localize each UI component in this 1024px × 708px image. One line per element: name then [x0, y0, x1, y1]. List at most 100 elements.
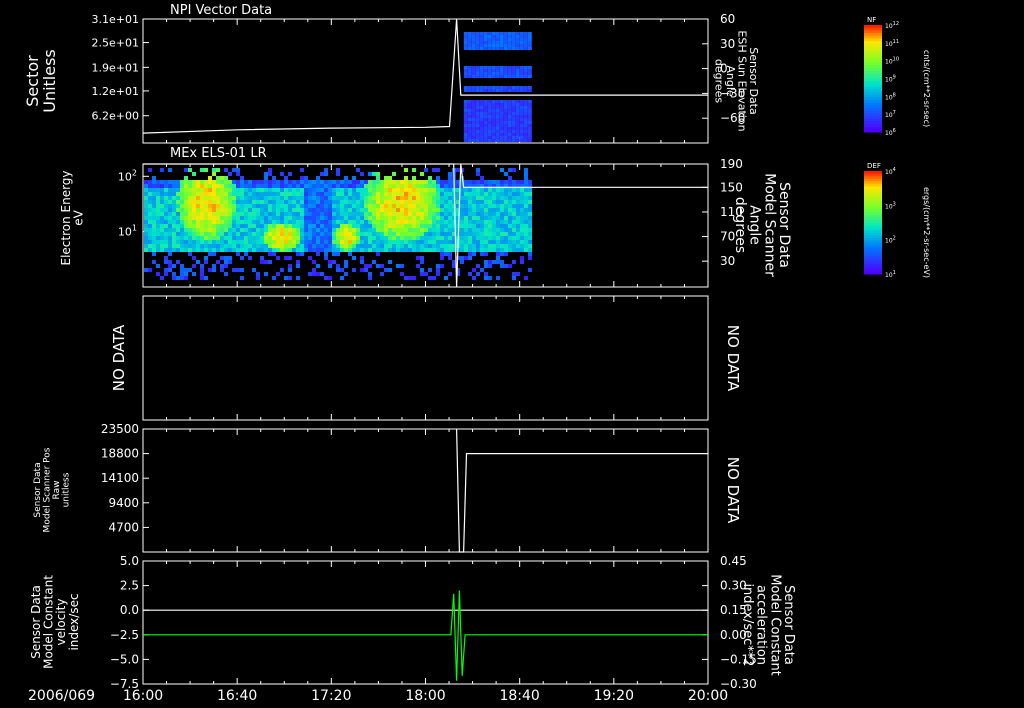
heatmap-cell	[420, 172, 424, 176]
heatmap-cell	[164, 212, 168, 216]
heatmap-cell	[524, 240, 528, 244]
heatmap-cell	[216, 188, 220, 192]
heatmap-cell	[519, 136, 524, 139]
heatmap-cell	[308, 248, 312, 252]
heatmap-cell	[487, 133, 492, 136]
heatmap-cell	[467, 103, 472, 106]
heatmap-cell	[519, 32, 524, 35]
heatmap-cell	[516, 200, 520, 204]
heatmap-cell	[144, 196, 148, 200]
heatmap-cell	[460, 224, 464, 228]
heatmap-cell	[479, 112, 484, 115]
heatmap-cell	[340, 236, 344, 240]
heatmap-cell	[416, 228, 420, 232]
heatmap-cell	[188, 224, 192, 228]
heatmap-cell	[144, 268, 148, 272]
heatmap-cell	[511, 35, 516, 38]
heatmap-cell	[508, 192, 512, 196]
heatmap-cell	[148, 168, 152, 172]
heatmap-cell	[424, 208, 428, 212]
heatmap-cell	[220, 176, 224, 180]
heatmap-cell	[252, 204, 256, 208]
heatmap-cell	[464, 240, 468, 244]
heatmap-cell	[492, 228, 496, 232]
heatmap-cell	[471, 38, 476, 41]
heatmap-cell	[292, 220, 296, 224]
heatmap-cell	[516, 196, 520, 200]
heatmap-cell	[432, 244, 436, 248]
heatmap-cell	[507, 118, 512, 121]
heatmap-cell	[380, 184, 384, 188]
heatmap-cell	[168, 252, 172, 256]
heatmap-cell	[440, 212, 444, 216]
heatmap-cell	[292, 216, 296, 220]
heatmap-cell	[404, 212, 408, 216]
heatmap-cell	[200, 248, 204, 252]
heatmap-cell	[527, 72, 532, 75]
heatmap-cell	[300, 204, 304, 208]
heatmap-cell	[304, 232, 308, 236]
heatmap-cell	[495, 38, 500, 41]
heatmap-cell	[507, 121, 512, 124]
heatmap-cell	[512, 228, 516, 232]
heatmap-cell	[304, 236, 308, 240]
heatmap-cell	[144, 212, 148, 216]
heatmap-cell	[499, 130, 504, 133]
colorbar-title: DEF	[867, 162, 881, 170]
heatmap-cell	[487, 109, 492, 112]
heatmap-cell	[483, 47, 488, 50]
heatmap-cell	[172, 200, 176, 204]
heatmap-cell	[480, 216, 484, 220]
heatmap-cell	[392, 244, 396, 248]
heatmap-cell	[240, 184, 244, 188]
heatmap-cell	[316, 244, 320, 248]
heatmap-cell	[212, 180, 216, 184]
heatmap-cell	[308, 216, 312, 220]
heatmap-cell	[236, 196, 240, 200]
heatmap-cell	[236, 224, 240, 228]
heatmap-cell	[408, 212, 412, 216]
heatmap-cell	[256, 212, 260, 216]
heatmap-cell	[484, 188, 488, 192]
heatmap-cell	[268, 228, 272, 232]
heatmap-cell	[519, 38, 524, 41]
heatmap-cell	[463, 75, 468, 78]
heatmap-cell	[152, 208, 156, 212]
heatmap-cell	[184, 188, 188, 192]
heatmap-cell	[376, 184, 380, 188]
heatmap-cell	[499, 139, 504, 142]
heatmap-cell	[180, 228, 184, 232]
heatmap-cell	[483, 124, 488, 127]
heatmap-cell	[232, 220, 236, 224]
heatmap-cell	[495, 72, 500, 75]
heatmap-cell	[400, 272, 404, 276]
heatmap-cell	[528, 268, 532, 272]
heatmap-cell	[196, 220, 200, 224]
heatmap-cell	[444, 192, 448, 196]
heatmap-cell	[515, 35, 520, 38]
colorbar-tick-label: 104	[885, 167, 896, 176]
heatmap-cell	[504, 240, 508, 244]
heatmap-cell	[471, 115, 476, 118]
heatmap-cell	[479, 121, 484, 124]
heatmap-cell	[232, 228, 236, 232]
heatmap-cell	[515, 100, 520, 103]
heatmap-cell	[484, 220, 488, 224]
heatmap-cell	[332, 212, 336, 216]
heatmap-cell	[152, 196, 156, 200]
heatmap-cell	[212, 244, 216, 248]
heatmap-cell	[528, 236, 532, 240]
heatmap-cell	[512, 212, 516, 216]
heatmap-cell	[164, 188, 168, 192]
heatmap-cell	[463, 115, 468, 118]
heatmap-cell	[475, 118, 480, 121]
heatmap-cell	[152, 248, 156, 252]
heatmap-cell	[440, 252, 444, 256]
heatmap-cell	[404, 228, 408, 232]
heatmap-cell	[412, 180, 416, 184]
heatmap-cell	[404, 244, 408, 248]
heatmap-cell	[471, 44, 476, 47]
heatmap-cell	[475, 35, 480, 38]
heatmap-cell	[312, 196, 316, 200]
heatmap-cell	[160, 188, 164, 192]
